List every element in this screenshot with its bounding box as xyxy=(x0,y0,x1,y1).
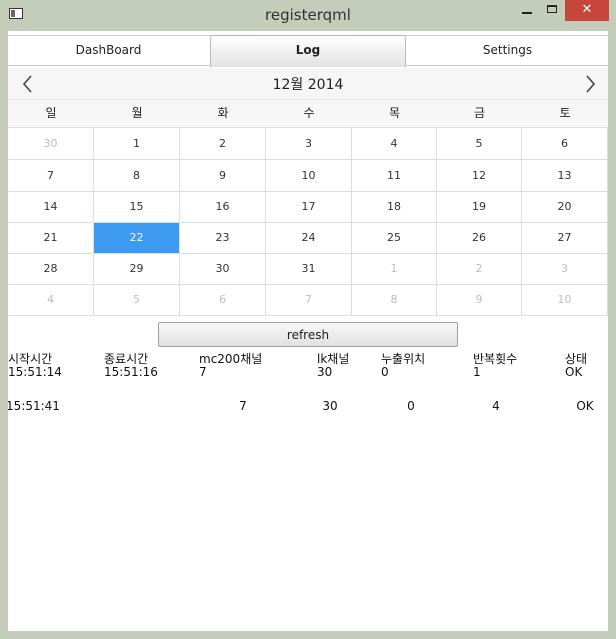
calendar-day[interactable]: 8 xyxy=(352,285,437,316)
calendar-day[interactable]: 17 xyxy=(266,192,352,223)
calendar-day[interactable]: 23 xyxy=(180,223,266,254)
calendar-day[interactable]: 18 xyxy=(352,192,437,223)
app-content: DashBoard Log Settings 12월 2014 일월화수목금토 … xyxy=(8,31,608,631)
calendar-day[interactable]: 30 xyxy=(8,128,94,160)
calendar-day[interactable]: 11 xyxy=(352,160,437,192)
calendar-day[interactable]: 19 xyxy=(437,192,522,223)
maximize-button[interactable] xyxy=(540,0,565,21)
calendar-day[interactable]: 3 xyxy=(266,128,352,160)
calendar-day[interactable]: 5 xyxy=(94,285,180,316)
calendar-day[interactable]: 27 xyxy=(522,223,608,254)
log-cell: 1 xyxy=(473,365,481,379)
weekday-label: 일 xyxy=(45,106,57,120)
calendar-day[interactable]: 31 xyxy=(266,254,352,285)
calendar-day[interactable]: 9 xyxy=(180,160,266,192)
calendar-day[interactable]: 21 xyxy=(8,223,94,254)
calendar-day[interactable]: 13 xyxy=(522,160,608,192)
title-bar: registerqml ✕ xyxy=(0,0,616,32)
weekday-label: 토 xyxy=(559,106,571,120)
weekday-label: 금 xyxy=(473,106,486,120)
close-button[interactable]: ✕ xyxy=(565,0,609,21)
log-cell: 4 xyxy=(492,399,500,413)
chevron-right-icon xyxy=(586,75,596,93)
calendar-day[interactable]: 25 xyxy=(352,223,437,254)
calendar-day[interactable]: 30 xyxy=(180,254,266,285)
log-cell: 15:51:16 xyxy=(104,365,158,379)
weekday-label: 화 xyxy=(217,106,229,120)
log-cell: 7 xyxy=(199,365,207,379)
log-cell: 15:51:14 xyxy=(8,365,62,379)
log-row: 15:51:14 15:51:16 7 30 0 1 OK xyxy=(8,365,608,381)
calendar-navigation: 12월 2014 xyxy=(8,68,608,100)
calendar-day[interactable]: 5 xyxy=(437,128,522,160)
calendar-day[interactable]: 28 xyxy=(8,254,94,285)
calendar-day[interactable]: 10 xyxy=(522,285,608,316)
log-cell: 30 xyxy=(317,365,333,379)
calendar-day[interactable]: 6 xyxy=(180,285,266,316)
log-cell: OK xyxy=(565,365,583,379)
calendar-day[interactable]: 26 xyxy=(437,223,522,254)
calendar-day[interactable]: 1 xyxy=(352,254,437,285)
calendar-day[interactable]: 3 xyxy=(522,254,608,285)
tab-dashboard[interactable]: DashBoard xyxy=(8,36,209,66)
calendar-day[interactable]: 12 xyxy=(437,160,522,192)
calendar-day[interactable]: 6 xyxy=(522,128,608,160)
calendar-day[interactable]: 24 xyxy=(266,223,352,254)
calendar-day[interactable]: 7 xyxy=(266,285,352,316)
minimize-button[interactable] xyxy=(514,0,540,21)
maximize-icon xyxy=(547,5,557,13)
calendar-day[interactable]: 9 xyxy=(437,285,522,316)
calendar-day[interactable]: 4 xyxy=(8,285,94,316)
log-table-header: 시작시간 종료시간 mc200채널 lk채널 누출위치 반복횟수 상태 xyxy=(8,348,608,366)
calendar-grid: 30 1 2 3 4 5 6 7 8 9 10 11 12 13 14 15 16 17 18 19 20 21 22 23 2… xyxy=(8,128,608,316)
tab-bar: DashBoard Log Settings xyxy=(8,35,608,67)
log-row: 15:51:41 7 30 0 4 OK xyxy=(8,399,608,415)
log-cell: 0 xyxy=(407,399,415,413)
weekday-header: 일월화수목금토 xyxy=(8,100,608,128)
calendar-day[interactable]: 16 xyxy=(180,192,266,223)
log-cell: 15:51:41 xyxy=(8,399,60,413)
weekday-label: 수 xyxy=(303,106,315,120)
previous-month-button[interactable] xyxy=(16,70,40,98)
refresh-button[interactable]: refresh xyxy=(158,322,458,347)
calendar-day[interactable]: 7 xyxy=(8,160,94,192)
weekday-label: 월 xyxy=(131,106,143,120)
calendar-day[interactable]: 14 xyxy=(8,192,94,223)
chevron-left-icon xyxy=(22,75,32,93)
log-cell: 30 xyxy=(322,399,338,413)
calendar-day[interactable]: 2 xyxy=(437,254,522,285)
next-month-button[interactable] xyxy=(578,70,602,98)
minimize-icon xyxy=(522,12,532,14)
calendar-day[interactable]: 1 xyxy=(94,128,180,160)
calendar-day[interactable]: 20 xyxy=(522,192,608,223)
log-cell: OK xyxy=(576,399,594,413)
close-icon: ✕ xyxy=(581,2,593,17)
tab-settings[interactable]: Settings xyxy=(407,36,608,66)
weekday-label: 목 xyxy=(388,106,401,120)
tab-log[interactable]: Log xyxy=(210,35,406,67)
calendar-day[interactable]: 15 xyxy=(94,192,180,223)
calendar-day[interactable]: 8 xyxy=(94,160,180,192)
calendar-day[interactable]: 2 xyxy=(180,128,266,160)
month-label: 12월 2014 xyxy=(272,77,344,93)
log-cell: 0 xyxy=(381,365,389,379)
calendar-day[interactable]: 10 xyxy=(266,160,352,192)
calendar-day[interactable]: 29 xyxy=(94,254,180,285)
calendar-day[interactable]: 4 xyxy=(352,128,437,160)
calendar-day[interactable]: 22 xyxy=(94,223,180,254)
log-cell: 7 xyxy=(239,399,247,413)
